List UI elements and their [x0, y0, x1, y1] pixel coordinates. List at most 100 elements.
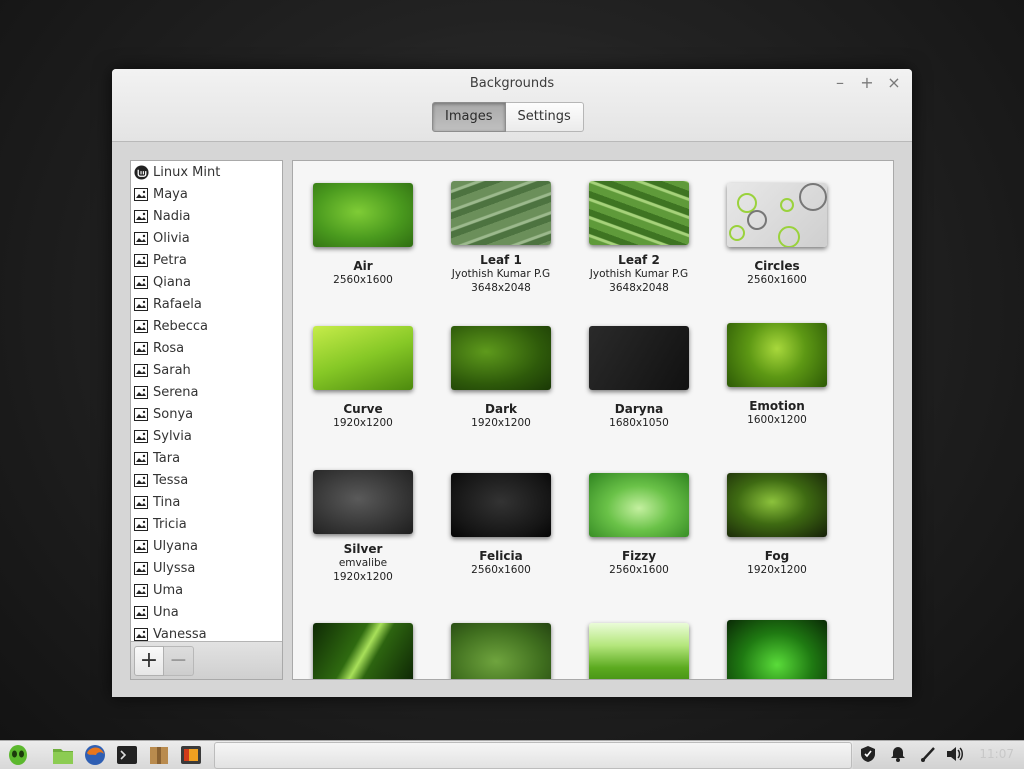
- wallpaper-thumbnail[interactable]: [313, 623, 413, 679]
- firefox-icon[interactable]: [83, 743, 107, 767]
- wallpaper-thumbnail[interactable]: [451, 181, 551, 245]
- sidebar-item-label: Rafaela: [153, 296, 202, 312]
- wallpaper-resolution: 2560x1600: [333, 274, 393, 286]
- image-icon: [134, 473, 148, 487]
- window-list[interactable]: [214, 742, 852, 769]
- circles-pattern: [729, 183, 827, 248]
- taskbar: 11:07: [0, 740, 1024, 769]
- remove-folder-button[interactable]: −: [164, 646, 194, 676]
- wallpaper-resolution: 1600x1200: [747, 414, 807, 426]
- sidebar-item[interactable]: Tina: [131, 491, 282, 513]
- wallpaper-thumbnail[interactable]: [727, 473, 827, 537]
- wallpaper-thumbnail[interactable]: [727, 183, 827, 248]
- wallpaper-resolution: 1920x1200: [471, 417, 531, 429]
- window-titlebar[interactable]: Backgrounds – + × Images Settings: [112, 69, 912, 142]
- package-icon[interactable]: [147, 743, 171, 767]
- shield-icon[interactable]: [859, 745, 877, 763]
- sidebar-item[interactable]: Sonya: [131, 403, 282, 425]
- image-icon: [134, 275, 148, 289]
- wallpaper-name: Dark: [485, 402, 517, 416]
- sidebar-item[interactable]: Ulyana: [131, 535, 282, 557]
- menu-icon[interactable]: [6, 743, 30, 767]
- image-icon: [134, 429, 148, 443]
- sidebar-item[interactable]: Sarah: [131, 359, 282, 381]
- wallpaper-name: Leaf 2: [618, 253, 660, 267]
- sidebar-item-label: Nadia: [153, 208, 191, 224]
- wallpaper-thumbnail[interactable]: [589, 181, 689, 245]
- sidebar-item[interactable]: Ulyssa: [131, 557, 282, 579]
- image-icon: [134, 495, 148, 509]
- sidebar-item[interactable]: Rosa: [131, 337, 282, 359]
- wallpaper-author: Jyothish Kumar P.G: [451, 268, 551, 280]
- wallpaper-thumbnail[interactable]: [313, 183, 413, 247]
- sidebar-item[interactable]: Maya: [131, 183, 282, 205]
- window-app-icon[interactable]: [179, 743, 203, 767]
- sidebar-item[interactable]: Tara: [131, 447, 282, 469]
- sidebar-item[interactable]: Una: [131, 601, 282, 623]
- sidebar-item-label: Ulyana: [153, 538, 198, 554]
- folder-icon[interactable]: [51, 743, 75, 767]
- image-icon: [134, 319, 148, 333]
- system-tray: 11:07: [853, 741, 1024, 769]
- sidebar-item[interactable]: Rafaela: [131, 293, 282, 315]
- sidebar-item-label: Rosa: [153, 340, 185, 356]
- sidebar-item[interactable]: Nadia: [131, 205, 282, 227]
- wallpaper-resolution: 1920x1200: [333, 571, 393, 583]
- tab-images[interactable]: Images: [432, 102, 506, 132]
- sidebar-item[interactable]: Sylvia: [131, 425, 282, 447]
- add-folder-button[interactable]: +: [134, 646, 164, 676]
- sidebar-item[interactable]: Olivia: [131, 227, 282, 249]
- collection-list[interactable]: Linux Mint Maya Nadia Olivia Petra Qiana Rafae…: [131, 161, 282, 641]
- wallpaper-thumbnail[interactable]: [313, 470, 413, 534]
- sidebar-item-label: Qiana: [153, 274, 192, 290]
- image-icon: [134, 561, 148, 575]
- volume-icon[interactable]: [945, 745, 965, 763]
- sidebar-item[interactable]: Qiana: [131, 271, 282, 293]
- wallpaper-thumbnail[interactable]: [313, 326, 413, 390]
- sidebar-item[interactable]: Tessa: [131, 469, 282, 491]
- wallpaper-thumbnail[interactable]: [589, 326, 689, 390]
- wallpaper-author: Jyothish Kumar P.G: [589, 268, 689, 280]
- wallpaper-thumbnail[interactable]: [451, 473, 551, 537]
- wallpaper-thumbnail[interactable]: [451, 326, 551, 390]
- sidebar-item-label: Tina: [153, 494, 181, 510]
- sidebar-item-label: Petra: [153, 252, 187, 268]
- wallpaper-thumbnail[interactable]: [451, 623, 551, 679]
- wallpaper-thumbnail[interactable]: [727, 323, 827, 387]
- wallpaper-thumbnail[interactable]: [589, 623, 689, 679]
- sidebar-item[interactable]: Serena: [131, 381, 282, 403]
- image-icon: [134, 341, 148, 355]
- sidebar-item[interactable]: Petra: [131, 249, 282, 271]
- notification-icon[interactable]: [889, 745, 907, 763]
- window-title: Backgrounds: [469, 76, 555, 91]
- tab-settings[interactable]: Settings: [505, 102, 584, 132]
- wallpaper-thumbnail[interactable]: [589, 473, 689, 537]
- sidebar-item[interactable]: Tricia: [131, 513, 282, 535]
- sidebar-item-label: Olivia: [153, 230, 190, 246]
- wallpaper-resolution: 2560x1600: [747, 274, 807, 286]
- image-icon: [134, 451, 148, 465]
- sidebar-item-label: Sarah: [153, 362, 191, 378]
- terminal-icon[interactable]: [115, 743, 139, 767]
- sidebar-item-label: Tricia: [153, 516, 187, 532]
- wallpaper-thumbnail[interactable]: [727, 620, 827, 679]
- clock[interactable]: 11:07: [979, 747, 1014, 761]
- sidebar-item[interactable]: Vanessa: [131, 623, 282, 641]
- view-tabs: Images Settings: [432, 102, 584, 132]
- wallpaper-grid[interactable]: Air 2560x1600 Leaf 1 Jyothish Kumar P.G 3648…: [292, 160, 894, 680]
- image-icon: [134, 627, 148, 641]
- sidebar-item[interactable]: Rebecca: [131, 315, 282, 337]
- wallpaper-resolution: 3648x2048: [609, 282, 669, 294]
- image-icon: [134, 407, 148, 421]
- minimize-icon[interactable]: –: [831, 74, 849, 92]
- collection-sidebar: Linux Mint Maya Nadia Olivia Petra Qiana Rafae…: [130, 160, 283, 680]
- sidebar-item[interactable]: Linux Mint: [131, 161, 282, 183]
- network-icon[interactable]: [919, 745, 937, 763]
- image-icon: [134, 209, 148, 223]
- sidebar-item-label: Sylvia: [153, 428, 192, 444]
- maximize-icon[interactable]: +: [858, 74, 876, 92]
- sidebar-item-label: Maya: [153, 186, 188, 202]
- sidebar-item-label: Uma: [153, 582, 184, 598]
- sidebar-item[interactable]: Uma: [131, 579, 282, 601]
- close-icon[interactable]: ×: [885, 74, 903, 92]
